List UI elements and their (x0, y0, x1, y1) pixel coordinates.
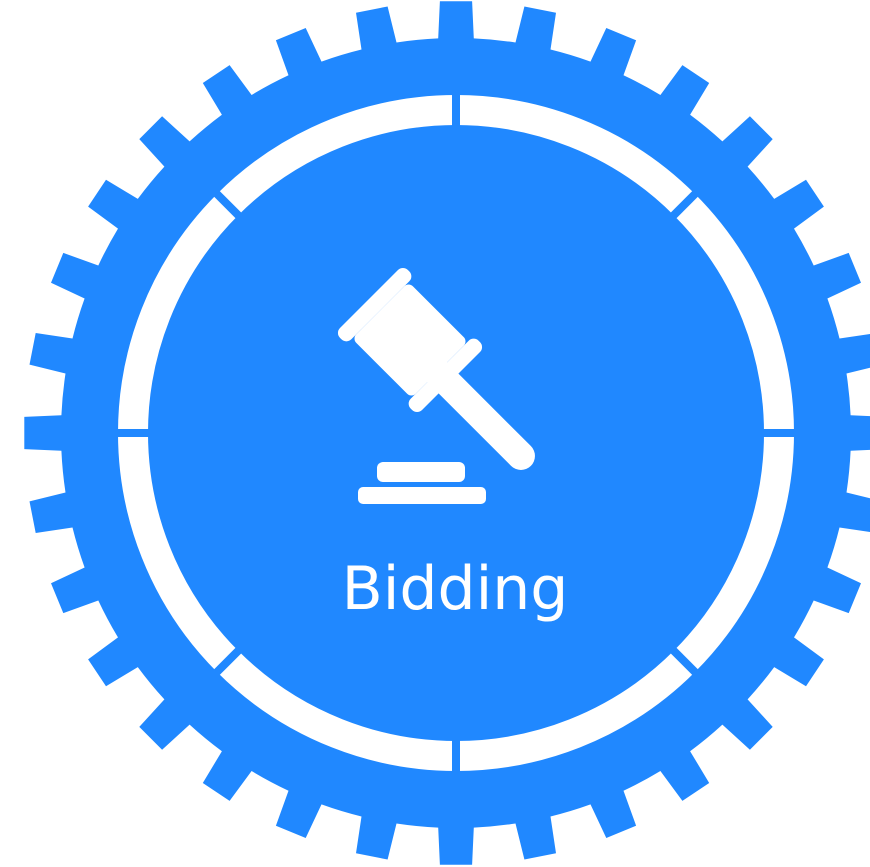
ring-gap (759, 429, 799, 437)
gavel-base-bottom (358, 487, 486, 504)
ring-gap (452, 736, 460, 776)
badge-label: Bidding (342, 554, 569, 624)
bidding-badge: Bidding (24, 1, 870, 865)
gavel-base-top (377, 462, 465, 482)
ring-gap (113, 429, 153, 437)
ring-gap (452, 90, 460, 130)
